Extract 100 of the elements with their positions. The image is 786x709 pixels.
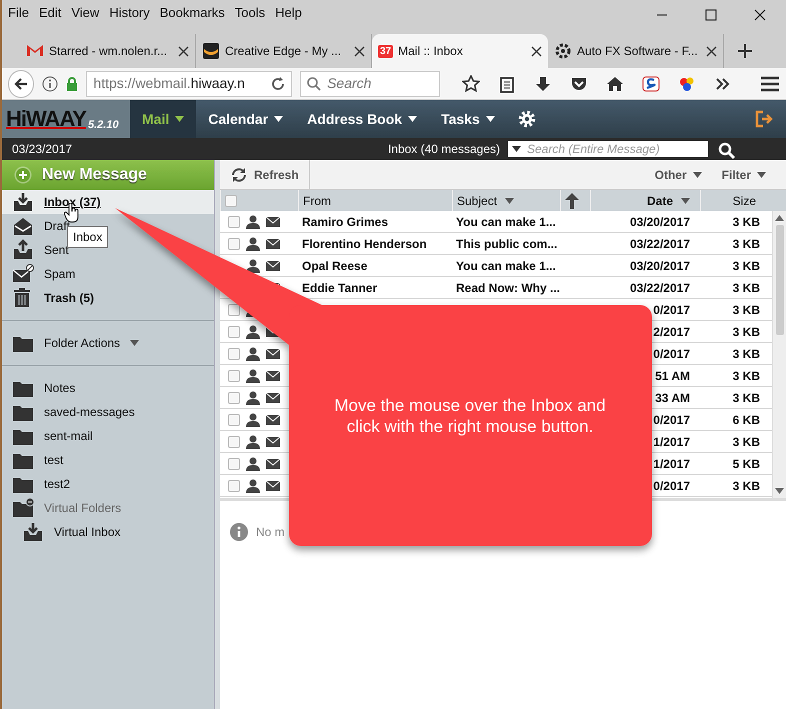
close-icon[interactable] xyxy=(178,46,189,56)
browser-tab[interactable]: 37 Mail :: Inbox xyxy=(372,34,548,68)
row-checkbox[interactable] xyxy=(228,414,240,426)
row-checkbox[interactable] xyxy=(228,326,240,338)
date-text: 03/20/2017 xyxy=(630,214,690,230)
caret-icon xyxy=(681,198,690,204)
row-checkbox[interactable] xyxy=(228,238,240,250)
column-header[interactable]: From xyxy=(298,190,452,211)
size-text: 5 KB xyxy=(732,456,760,472)
back-button[interactable] xyxy=(8,70,34,98)
select-all-checkbox[interactable] xyxy=(225,194,237,206)
folder-item[interactable]: Virtual Folders xyxy=(2,496,134,520)
date-text: 2/2017 xyxy=(653,324,690,340)
logo[interactable]: HiWAAY xyxy=(6,106,86,132)
row-checkbox[interactable] xyxy=(228,392,240,404)
envelope-icon xyxy=(266,238,280,250)
nav-menu[interactable]: Mail xyxy=(130,100,196,138)
row-checkbox[interactable] xyxy=(228,348,240,360)
menu-item[interactable]: Bookmarks xyxy=(160,3,225,22)
folder-item[interactable]: test2 xyxy=(2,472,82,496)
size-text: 3 KB xyxy=(732,324,760,340)
envelope-icon xyxy=(266,216,280,228)
date-text: 03/20/2017 xyxy=(630,258,690,274)
folder-item[interactable]: Spam xyxy=(2,262,88,286)
folder-actions-menu[interactable]: Folder Actions xyxy=(2,331,152,355)
envelope-icon xyxy=(266,436,280,448)
s-logo-icon[interactable] xyxy=(642,74,660,92)
mailbox-status: Inbox (40 messages) xyxy=(388,141,500,158)
settings-icon[interactable] xyxy=(516,109,537,129)
folder-item[interactable]: saved-messages xyxy=(2,400,147,424)
download-icon[interactable] xyxy=(534,74,552,92)
menu-icon[interactable] xyxy=(760,74,780,92)
home-icon[interactable] xyxy=(606,74,624,92)
menu-item[interactable]: Help xyxy=(275,3,302,22)
close-icon[interactable] xyxy=(706,46,717,56)
folder-item[interactable]: Notes xyxy=(2,376,88,400)
caret-icon xyxy=(757,172,766,178)
sender-name: Opal Reese xyxy=(302,258,368,274)
folder-item[interactable]: test xyxy=(2,448,76,472)
filter-menu[interactable]: Filter xyxy=(712,160,776,190)
close-icon[interactable] xyxy=(531,46,542,56)
caret-icon xyxy=(408,116,418,122)
size-text: 3 KB xyxy=(732,478,760,494)
row-checkbox[interactable] xyxy=(228,304,240,316)
size-text: 3 KB xyxy=(732,258,760,274)
splitter-handle[interactable] xyxy=(214,160,220,709)
row-checkbox[interactable] xyxy=(228,480,240,492)
reload-icon[interactable] xyxy=(271,76,286,90)
menu-item[interactable]: Tools xyxy=(234,3,266,22)
close-icon[interactable] xyxy=(354,46,365,56)
search-field[interactable]: Search xyxy=(300,70,440,96)
bookmark-star-icon[interactable] xyxy=(462,74,480,92)
preview-message: No m xyxy=(256,524,285,541)
caret-icon xyxy=(505,198,514,204)
menu-item[interactable]: Edit xyxy=(38,3,62,22)
row-checkbox[interactable] xyxy=(228,370,240,382)
menu-item[interactable]: View xyxy=(71,3,100,22)
folder-icon xyxy=(12,497,34,519)
search-icon[interactable] xyxy=(718,142,736,160)
size-text: 3 KB xyxy=(732,434,760,450)
sender-name: Ramiro Grimes xyxy=(302,214,388,230)
date-text: 33 AM xyxy=(655,390,690,406)
envelope-icon xyxy=(266,260,280,272)
colored-dots-icon[interactable] xyxy=(678,74,696,92)
column-header[interactable]: Date xyxy=(590,190,700,211)
close-icon[interactable] xyxy=(754,9,766,21)
nav-menu[interactable]: Address Book xyxy=(295,100,430,138)
maximize-icon[interactable] xyxy=(705,9,717,21)
row-checkbox[interactable] xyxy=(228,216,240,228)
row-checkbox[interactable] xyxy=(228,436,240,448)
scrollbar-thumb[interactable] xyxy=(776,224,784,334)
person-icon xyxy=(246,390,260,404)
nav-menu[interactable]: Tasks xyxy=(429,100,507,138)
date-label: 03/23/2017 xyxy=(12,141,72,158)
menu-item[interactable]: File xyxy=(8,3,29,22)
column-header[interactable]: Subject xyxy=(452,190,560,211)
logout-icon[interactable] xyxy=(754,109,774,129)
clipboard-icon[interactable] xyxy=(498,74,516,92)
info-icon xyxy=(230,523,248,541)
scroll-up-icon[interactable] xyxy=(775,215,784,221)
folder-item[interactable]: sent-mail xyxy=(2,424,105,448)
envelope-icon xyxy=(12,215,34,237)
scroll-down-icon[interactable] xyxy=(775,488,784,494)
menu-item[interactable]: History xyxy=(109,3,150,22)
folder-item[interactable]: Virtual Inbox xyxy=(2,520,132,544)
new-tab-icon[interactable] xyxy=(738,44,752,58)
person-icon xyxy=(246,258,260,272)
info-icon[interactable] xyxy=(42,76,58,92)
other-menu[interactable]: Other xyxy=(644,160,712,190)
folder-item[interactable]: Inbox (37) xyxy=(2,190,214,214)
caret-icon xyxy=(692,172,702,178)
sort-arrow-icon[interactable] xyxy=(565,192,579,208)
date-text: 03/22/2017 xyxy=(630,280,690,296)
size-text: 3 KB xyxy=(732,390,760,406)
envelope-icon xyxy=(266,348,280,360)
url-field[interactable]: https://webmail.hiwaay.n xyxy=(86,70,292,96)
inbox-tray-icon xyxy=(22,521,44,543)
nav-menu[interactable]: Calendar xyxy=(196,100,296,138)
row-checkbox[interactable] xyxy=(228,458,240,470)
folder-item[interactable]: Trash (5) xyxy=(2,286,106,310)
